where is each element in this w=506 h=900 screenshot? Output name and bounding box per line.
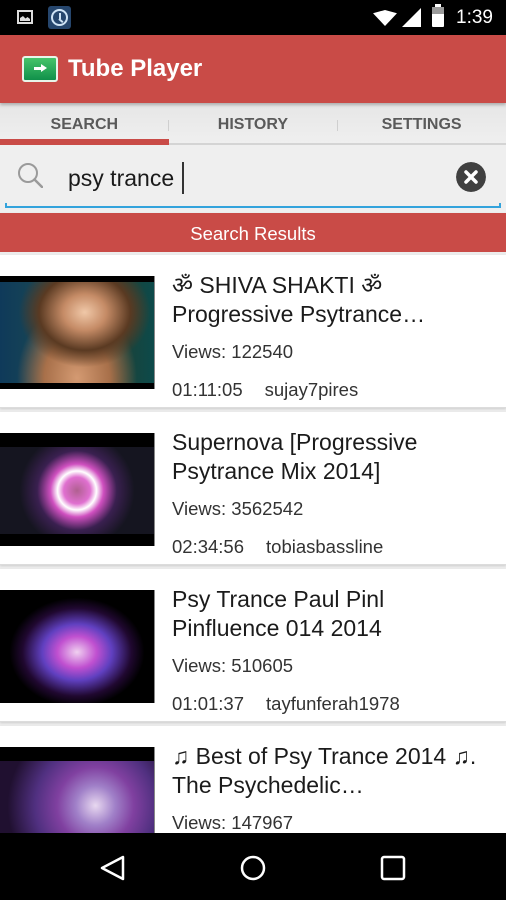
video-duration: 01:01:37 — [172, 693, 245, 714]
video-title[interactable]: ♫ Best of Psy Trance 2014 ♫. The Psyched… — [172, 742, 492, 800]
search-icon — [18, 163, 43, 188]
status-bar: 1:39 — [0, 0, 506, 35]
search-input[interactable] — [68, 161, 438, 195]
video-meta: 01:01:37 tayfunferah1978 — [172, 693, 400, 715]
video-views: Views: 147967 — [172, 812, 294, 833]
app-title: Tube Player — [68, 55, 203, 82]
search-bar — [0, 145, 506, 213]
video-duration: 01:11:05 — [172, 379, 243, 400]
navigation-bar — [0, 833, 506, 900]
search-results-banner: Search Results — [0, 213, 506, 252]
video-channel: tobiasbassline — [266, 536, 384, 557]
video-title[interactable]: ॐ SHIVA SHAKTI ॐ Progressive Psytrance… — [172, 271, 492, 329]
tube-player-logo-icon — [22, 56, 58, 82]
video-thumbnail[interactable] — [0, 590, 155, 703]
home-icon[interactable] — [236, 851, 270, 885]
wifi-icon — [373, 10, 397, 26]
result-item[interactable]: ॐ SHIVA SHAKTI ॐ Progressive Psytrance… … — [0, 255, 506, 408]
tab-bar: SEARCH HISTORY SETTINGS — [0, 103, 506, 147]
result-item[interactable]: Supernova [Progressive Psytrance Mix 201… — [0, 412, 506, 565]
battery-icon — [432, 4, 444, 27]
video-channel: sujay7pires — [264, 379, 359, 400]
video-meta: 02:34:56 tobiasbassline — [172, 536, 383, 558]
video-thumbnail[interactable] — [0, 276, 155, 389]
search-underline — [5, 203, 501, 208]
clock-app-icon — [48, 6, 71, 29]
status-time: 1:39 — [456, 7, 493, 28]
recents-icon[interactable] — [376, 851, 410, 885]
video-title[interactable]: Psy Trance Paul Pinl Pinfluence 014 2014 — [172, 585, 492, 643]
app-bar: Tube Player — [0, 35, 506, 103]
results-list[interactable]: ॐ SHIVA SHAKTI ॐ Progressive Psytrance… … — [0, 252, 506, 833]
cell-signal-icon — [402, 8, 421, 27]
video-meta: 01:11:05 sujay7pires — [172, 379, 358, 401]
tab-search[interactable]: SEARCH — [0, 103, 169, 147]
back-icon[interactable] — [96, 851, 130, 885]
video-title[interactable]: Supernova [Progressive Psytrance Mix 201… — [172, 428, 492, 486]
clear-icon[interactable] — [456, 162, 486, 192]
video-thumbnail[interactable] — [0, 433, 155, 546]
video-views: Views: 510605 — [172, 655, 294, 676]
image-notification-icon — [17, 10, 33, 24]
video-thumbnail[interactable] — [0, 747, 155, 833]
tab-history[interactable]: HISTORY — [169, 103, 338, 145]
result-item[interactable]: ♫ Best of Psy Trance 2014 ♫. The Psyched… — [0, 726, 506, 833]
video-channel: tayfunferah1978 — [266, 693, 400, 714]
video-views: Views: 3562542 — [172, 498, 304, 519]
result-item[interactable]: Psy Trance Paul Pinl Pinfluence 014 2014… — [0, 569, 506, 722]
tab-settings[interactable]: SETTINGS — [337, 103, 506, 145]
text-caret — [182, 162, 184, 194]
video-views: Views: 122540 — [172, 341, 294, 362]
video-duration: 02:34:56 — [172, 536, 245, 557]
